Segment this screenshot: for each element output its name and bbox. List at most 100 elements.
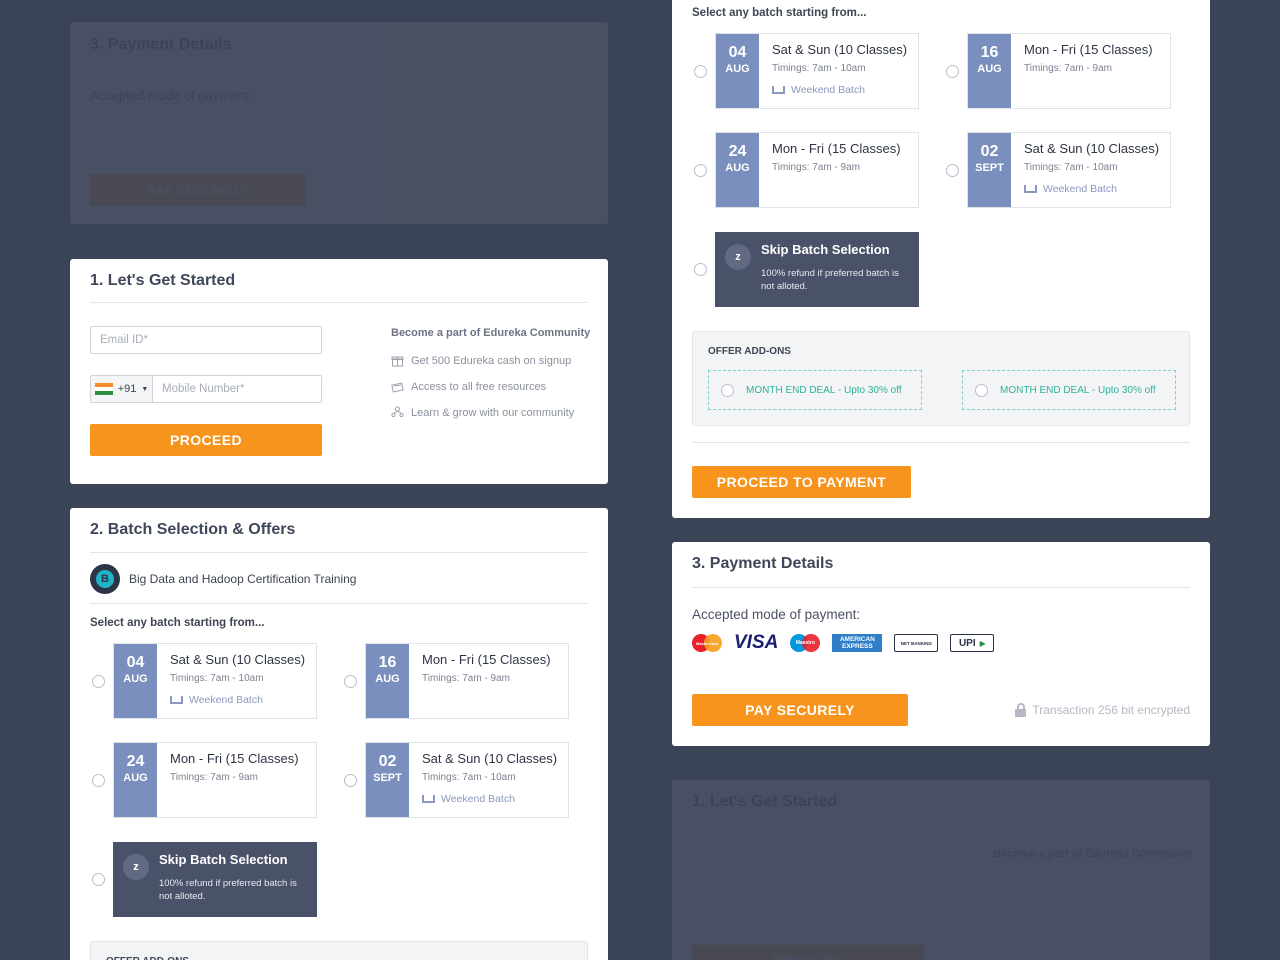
- hadoop-course-icon: B: [90, 564, 120, 594]
- chevron-down-icon: ▼: [141, 385, 149, 393]
- batch-option[interactable]: 24 AUG Mon - Fri (15 Classes) Timings: 7am…: [113, 742, 317, 818]
- payment-methods: MasterCard VISA Maestro AMERICAN EXPRESS…: [692, 632, 995, 653]
- mobile-field[interactable]: +91 ▼ Mobile Number*: [90, 375, 322, 403]
- skip-radio[interactable]: [92, 873, 105, 886]
- perk-text: Get 500 Edureka cash on signup: [411, 354, 572, 367]
- batch-timings: Timings: 7am - 10am: [422, 772, 516, 783]
- offer-radio[interactable]: [721, 383, 734, 397]
- batch-radio[interactable]: [694, 164, 707, 177]
- batch-radio[interactable]: [946, 164, 959, 177]
- batch-radio[interactable]: [92, 675, 105, 688]
- batch-date: 02 SEPT: [968, 133, 1011, 207]
- sofa-icon: [772, 86, 785, 94]
- batch-title: Sat & Sun (10 Classes): [422, 751, 558, 766]
- skip-title: Skip Batch Selection: [159, 852, 288, 867]
- divider: [692, 442, 1190, 443]
- batch-title: Mon - Fri (15 Classes): [422, 652, 551, 667]
- pay-securely-button[interactable]: PAY SECURELY: [90, 174, 306, 206]
- upi-icon: UPI ▶: [950, 634, 995, 652]
- get-started-card-faded: 1. Let's Get Started Become a part of Ed…: [672, 780, 1210, 960]
- community-heading: Become a part of Edureka Community: [391, 327, 591, 339]
- accepted-label: Accepted mode of payment:: [692, 607, 861, 622]
- net-banking-icon: NET BANKING: [894, 634, 939, 652]
- payment-card-faded: 3. Payment Details Accepted mode of paym…: [70, 22, 608, 224]
- perk-text: Access to all free resources: [411, 380, 547, 393]
- batch-timings: Timings: 7am - 9am: [1024, 63, 1112, 74]
- batch-timings: Timings: 7am - 10am: [772, 63, 866, 74]
- email-field[interactable]: Email ID*: [90, 326, 322, 354]
- batch-radio[interactable]: [694, 65, 707, 78]
- perk-item: Get 500 Edureka cash on signup: [391, 354, 596, 367]
- batch-timings: Timings: 7am - 10am: [170, 673, 264, 684]
- batch-radio[interactable]: [344, 675, 357, 688]
- offer-option[interactable]: MONTH END DEAL - Upto 30% off: [962, 370, 1176, 410]
- sofa-icon: [170, 696, 183, 704]
- offers-heading: OFFER ADD-ONS: [106, 956, 189, 960]
- batch-radio[interactable]: [946, 65, 959, 78]
- weekend-label: Weekend Batch: [1024, 183, 1166, 195]
- offers-heading: OFFER ADD-ONS: [708, 346, 791, 357]
- divider: [90, 603, 588, 604]
- batch-timings: Timings: 7am - 9am: [170, 772, 258, 783]
- gift-icon: [391, 356, 404, 367]
- course-name: Big Data and Hadoop Certification Traini…: [129, 572, 357, 586]
- offer-option[interactable]: MONTH END DEAL - Upto 30% off: [708, 370, 922, 410]
- offer-addons-panel: OFFER ADD-ONS MONTH END DEAL - Upto 30% …: [692, 331, 1190, 426]
- divider: [692, 587, 1190, 588]
- books-icon: [391, 382, 404, 393]
- india-flag-icon: [94, 383, 113, 395]
- select-batch-label: Select any batch starting from...: [90, 617, 265, 629]
- amex-icon: AMERICAN EXPRESS: [832, 634, 883, 652]
- batch-option[interactable]: 16 AUG Mon - Fri (15 Classes) Timings: 7am…: [967, 33, 1171, 109]
- divider: [90, 552, 588, 553]
- batch-selection-title: 2. Batch Selection & Offers: [90, 521, 296, 538]
- batch-option[interactable]: 02 SEPT Sat & Sun (10 Classes) Timings: 7a…: [967, 132, 1171, 208]
- batch-radio[interactable]: [92, 774, 105, 787]
- batch-date: 16 AUG: [968, 34, 1011, 108]
- batch-date: 24 AUG: [716, 133, 759, 207]
- skip-batch-option[interactable]: z Skip Batch Selection 100% refund if pr…: [113, 842, 317, 917]
- weekend-label: Weekend Batch: [422, 793, 564, 805]
- country-code-select[interactable]: +91 ▼: [91, 376, 153, 402]
- proceed-to-payment-button[interactable]: PROCEED TO PAYMENT: [692, 466, 911, 498]
- batch-date: 16 AUG: [366, 644, 409, 718]
- skip-description: 100% refund if preferred batch is not al…: [159, 878, 297, 902]
- batch-radio[interactable]: [344, 774, 357, 787]
- weekend-label: Weekend Batch: [772, 84, 914, 96]
- divider: [90, 302, 588, 303]
- alarm-clock-icon: z: [725, 244, 751, 270]
- pay-securely-button[interactable]: PAY SECURELY: [692, 694, 908, 726]
- perk-text: Learn & grow with our community: [411, 406, 575, 419]
- maestro-icon: Maestro: [790, 634, 821, 652]
- skip-batch-option[interactable]: z Skip Batch Selection 100% refund if pr…: [715, 232, 919, 307]
- batch-title: Sat & Sun (10 Classes): [772, 42, 908, 57]
- proceed-button[interactable]: PROCEED: [692, 945, 924, 960]
- batch-option[interactable]: 04 AUG Sat & Sun (10 Classes) Timings: 7am…: [113, 643, 317, 719]
- mobile-placeholder: Mobile Number*: [162, 383, 245, 395]
- batch-date: 02 SEPT: [366, 743, 409, 817]
- batch-title: Mon - Fri (15 Classes): [772, 141, 901, 156]
- batch-title: Sat & Sun (10 Classes): [170, 652, 306, 667]
- batch-date: 24 AUG: [114, 743, 157, 817]
- perk-item: Learn & grow with our community: [391, 406, 596, 419]
- batch-option[interactable]: 16 AUG Mon - Fri (15 Classes) Timings: 7am…: [365, 643, 569, 719]
- community-icon: [391, 406, 404, 418]
- offer-addons-panel: OFFER ADD-ONS: [90, 941, 588, 960]
- batch-selection-card-scrolled: Select any batch starting from... 04 AUG …: [672, 0, 1210, 518]
- perk-item: Access to all free resources: [391, 380, 596, 393]
- batch-option[interactable]: 02 SEPT Sat & Sun (10 Classes) Timings: 7a…: [365, 742, 569, 818]
- batch-option[interactable]: 24 AUG Mon - Fri (15 Classes) Timings: 7am…: [715, 132, 919, 208]
- community-heading: Become a part of Edureka Community: [993, 848, 1193, 860]
- community-panel: Become a part of Edureka Community Get 5…: [391, 327, 596, 432]
- skip-description: 100% refund if preferred batch is not al…: [761, 268, 899, 292]
- offer-radio[interactable]: [975, 383, 988, 397]
- visa-icon: VISA: [734, 632, 779, 653]
- lock-icon: [1015, 703, 1027, 717]
- skip-radio[interactable]: [694, 263, 707, 276]
- batch-timings: Timings: 7am - 9am: [772, 162, 860, 173]
- skip-title: Skip Batch Selection: [761, 242, 890, 257]
- proceed-button[interactable]: PROCEED: [90, 424, 322, 456]
- alarm-clock-icon: z: [123, 854, 149, 880]
- payment-title: 3. Payment Details: [692, 555, 834, 572]
- batch-option[interactable]: 04 AUG Sat & Sun (10 Classes) Timings: 7am…: [715, 33, 919, 109]
